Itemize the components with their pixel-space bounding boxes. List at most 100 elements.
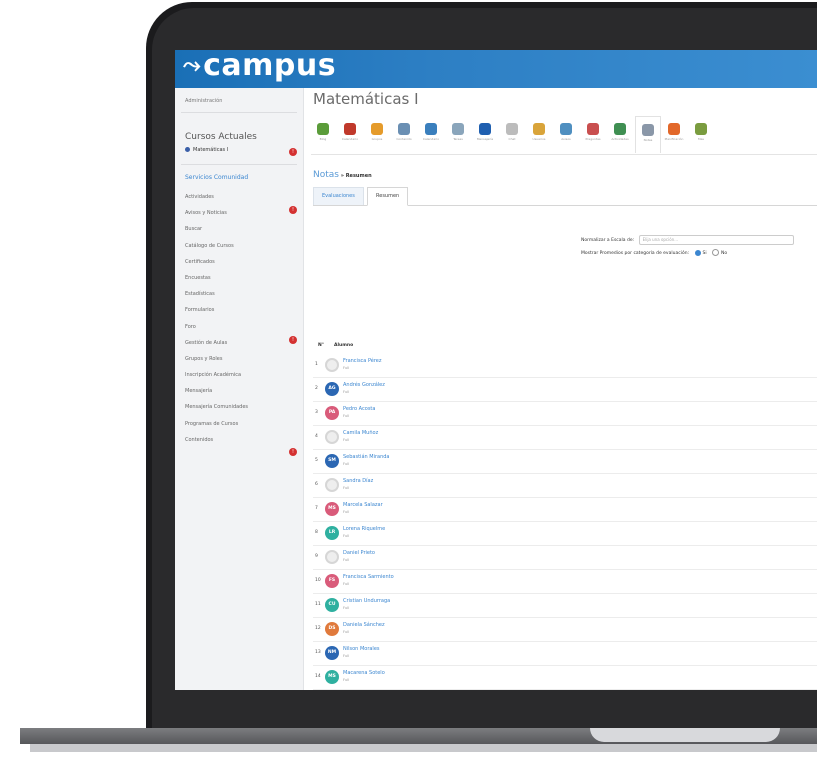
toolbar-tool[interactable]: Contenido (392, 116, 416, 152)
radio-no[interactable] (712, 249, 720, 256)
sidebar-item[interactable]: Programas de Cursos (185, 416, 248, 432)
toolbar-tool-label: Actividades (611, 137, 629, 141)
toolbar-tool-label: Tareas (453, 137, 463, 141)
tab-resumen[interactable]: Resumen (367, 187, 409, 206)
student-sub: Full (343, 366, 349, 370)
toolbar-tool[interactable]: Planificación (662, 116, 686, 152)
tab-evaluaciones[interactable]: Evaluaciones (313, 187, 364, 205)
sidebar-course-item[interactable]: Matemáticas I (185, 147, 228, 153)
row-number: 6 (315, 482, 318, 487)
sidebar: Administración Cursos Actuales Matemátic… (175, 88, 304, 690)
student-sub: Full (343, 606, 349, 610)
page-title: Matemáticas I (313, 90, 419, 108)
student-name-link[interactable]: Nilson Morales (343, 646, 380, 652)
course-badge: ! (289, 148, 297, 156)
sidebar-divider (181, 164, 297, 165)
sidebar-item[interactable]: Estadísticas (185, 286, 248, 302)
toolbar-tool[interactable]: Chat (500, 116, 524, 152)
sidebar-item[interactable]: Grupos y Roles (185, 351, 248, 367)
course-toolbar: Blog Calendario Grupos Contenido Calendario T… (311, 116, 817, 156)
table-row: 9 Daniel Prieto Full (313, 546, 817, 570)
sidebar-item[interactable]: Contenidos (185, 432, 248, 448)
table-row: 13 NM Nilson Morales Full (313, 642, 817, 666)
student-sub: Full (343, 630, 349, 634)
student-name-link[interactable]: Camila Muñoz (343, 430, 378, 436)
row-number: 3 (315, 410, 318, 415)
sidebar-item[interactable]: Actividades (185, 189, 248, 205)
toolbar-tool[interactable]: Mensajería (473, 116, 497, 152)
student-name-link[interactable]: Lorena Riquelme (343, 526, 385, 532)
sidebar-item[interactable]: Gestión de Aulas (185, 335, 248, 351)
row-number: 5 (315, 458, 318, 463)
student-name-link[interactable]: Sandra Díaz (343, 478, 373, 484)
table-row: 8 LR Lorena Riquelme Full (313, 522, 817, 546)
sidebar-item[interactable]: Certificados (185, 254, 248, 270)
student-name-link[interactable]: Macarena Sotelo (343, 670, 385, 676)
student-name-link[interactable]: Francisca Pérez (343, 358, 382, 364)
sidebar-item[interactable]: Avisos y Noticias (185, 205, 248, 221)
table-header: N° Alumno (318, 340, 817, 352)
student-name-link[interactable]: Sebastián Miranda (343, 454, 390, 460)
toolbar-tool[interactable]: Blog (311, 116, 335, 152)
show-averages-label: Mostrar Promedios por categoría de evalu… (581, 251, 690, 256)
brain-icon (344, 123, 356, 135)
student-sub: Full (343, 438, 349, 442)
toolbar-tool-label: Preguntas (585, 137, 601, 141)
sidebar-item[interactable]: Encuestas (185, 270, 248, 286)
radio-yes[interactable] (694, 249, 701, 256)
student-name-link[interactable]: Pedro Acosta (343, 406, 375, 412)
toolbar-tool[interactable]: Calendario (419, 116, 443, 152)
toolbar-tool[interactable]: Mas (689, 116, 713, 152)
chat-icon (506, 123, 518, 135)
sidebar-item[interactable]: Foro (185, 319, 248, 335)
toolbar-divider (311, 154, 817, 155)
row-number: 2 (315, 386, 318, 391)
logo-text: campus (203, 50, 337, 83)
toolbar-tool[interactable]: Usuarios (527, 116, 551, 152)
student-name-link[interactable]: Marcela Salazar (343, 502, 383, 508)
column-alumno[interactable]: Alumno (334, 343, 353, 348)
breadcrumb-separator: » (338, 173, 346, 179)
sidebar-services-title[interactable]: Servicios Comunidad (185, 174, 248, 181)
student-sub: Full (343, 558, 349, 562)
toolbar-tool[interactable]: Avisos (554, 116, 578, 152)
toolbar-tool[interactable]: Actividades (608, 116, 632, 152)
tab-bar: Evaluaciones Resumen (313, 187, 817, 206)
sidebar-item[interactable]: Catálogo de Cursos (185, 238, 248, 254)
student-sub: Full (343, 486, 349, 490)
student-name-link[interactable]: Andrés González (343, 382, 385, 388)
toolbar-tool[interactable]: Calendario (338, 116, 362, 152)
table-row: 3 PA Pedro Acosta Full (313, 402, 817, 426)
student-sub: Full (343, 582, 349, 586)
row-number: 11 (315, 602, 321, 607)
toolbar-tool-label: Notas (643, 138, 653, 142)
student-name-link[interactable]: Cristian Undurraga (343, 598, 390, 604)
student-name-link[interactable]: Daniel Prieto (343, 550, 375, 556)
sidebar-item[interactable]: Formularios (185, 302, 248, 318)
table-row: 7 MS Marcela Salazar Full (313, 498, 817, 522)
toolbar-tool[interactable]: Tareas (446, 116, 470, 152)
sidebar-item[interactable]: Mensajería (185, 383, 248, 399)
toolbar-tool[interactable]: Notas (635, 116, 661, 153)
campus-logo[interactable]: ⤳campus (183, 50, 336, 83)
toolbar-tool[interactable]: Grupos (365, 116, 389, 152)
toolbar-tool-label: Calendario (341, 137, 359, 141)
avatar: DS (325, 622, 339, 636)
contenidos-badge: ! (289, 448, 297, 456)
sidebar-admin-link[interactable]: Administración (185, 98, 222, 104)
avatar (325, 430, 339, 444)
laptop-base-edge (30, 744, 817, 752)
normalize-select[interactable]: Elija una opción... (638, 234, 794, 245)
sidebar-divider (181, 112, 297, 113)
toolbar-tool-label: Mensajería (476, 137, 494, 141)
toolbar-tool[interactable]: Preguntas (581, 116, 605, 152)
student-name-link[interactable]: Francisca Sarmiento (343, 574, 394, 580)
sidebar-item[interactable]: Inscripción Académica (185, 367, 248, 383)
student-name-link[interactable]: Daniela Sánchez (343, 622, 385, 628)
avatar (325, 550, 339, 564)
sidebar-item[interactable]: Mensajería Comunidades (185, 399, 248, 415)
breadcrumb-section[interactable]: Notas (313, 170, 339, 180)
sidebar-service-list: Actividades Avisos y Noticias Buscar Cat… (185, 189, 248, 448)
sidebar-item[interactable]: Buscar (185, 221, 248, 237)
toolbar-tool-label: Calendario (422, 137, 440, 141)
